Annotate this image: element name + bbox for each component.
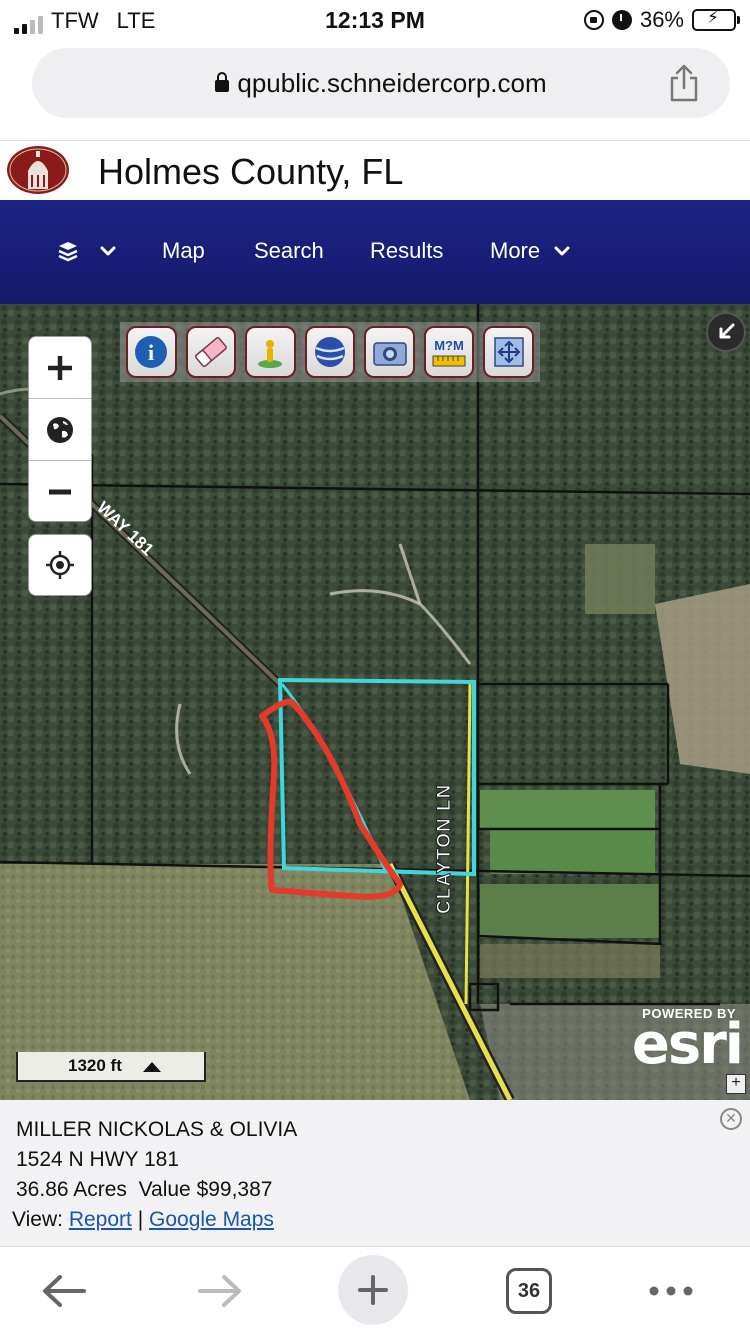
map-view[interactable]: WAY 181 CLAYTON LN i M?M 1320 ft POWERED…	[0, 304, 750, 1100]
plus-icon	[48, 355, 72, 380]
parcel-acres: 36.86 Acres	[16, 1178, 127, 1201]
menu-button[interactable]	[646, 1265, 696, 1317]
main-nav: Map Search Results More	[0, 200, 750, 304]
zoom-out-button[interactable]	[29, 461, 91, 523]
address-bar[interactable]: qpublic.schneidercorp.com	[32, 48, 730, 118]
view-links: View: Report | Google Maps	[12, 1208, 274, 1232]
browser-toolbar: 36	[0, 1246, 750, 1334]
status-bar: TFW LTE 12:13 PM 36% ⚡	[0, 0, 750, 40]
parcel-value: Value $99,387	[138, 1178, 273, 1201]
aerial-imagery[interactable]	[0, 304, 750, 1100]
url[interactable]: qpublic.schneidercorp.com	[32, 68, 730, 99]
back-button[interactable]	[36, 1265, 92, 1317]
measure-icon: M?M	[432, 338, 466, 367]
status-right: 36% ⚡	[583, 7, 740, 33]
more-dots-icon	[649, 1286, 693, 1296]
collapse-button[interactable]	[706, 312, 746, 352]
print-tool[interactable]	[364, 326, 415, 378]
nav-results[interactable]: Results	[370, 238, 443, 264]
esri-logo[interactable]: esri	[632, 1012, 744, 1077]
layers-icon[interactable]	[56, 238, 122, 268]
site-header: Holmes County, FL	[0, 140, 750, 200]
arrow-left-icon	[43, 1275, 86, 1307]
zoom-control	[28, 336, 92, 522]
parcel-acres-value: 36.86 Acres Value $99,387	[16, 1178, 272, 1202]
streetview-tool[interactable]	[245, 326, 296, 378]
tabs-button[interactable]: 36	[506, 1265, 552, 1317]
svg-text:i: i	[148, 340, 154, 365]
measure-tool[interactable]: M?M	[423, 326, 475, 378]
link-separator: |	[137, 1208, 144, 1231]
nav-more[interactable]: More	[490, 238, 570, 264]
pin-icon	[258, 340, 283, 368]
globe-icon	[47, 416, 73, 443]
map-toolbar: i M?M	[120, 322, 540, 382]
rotation-lock-icon	[583, 10, 604, 30]
arrow-collapse-icon	[719, 323, 735, 339]
basemap-tool[interactable]	[304, 326, 356, 378]
new-tab-circle	[338, 1255, 408, 1325]
parcel-info-panel: ✕ MILLER NICKOLAS & OLIVIA 1524 N HWY 18…	[0, 1100, 750, 1246]
courthouse-logo[interactable]	[6, 145, 70, 195]
battery-percent: 36%	[639, 7, 684, 32]
expand-icon[interactable]: +	[726, 1074, 746, 1094]
alarm-icon	[611, 10, 632, 30]
arrow-right-icon	[198, 1275, 241, 1307]
chevron-down-icon	[554, 246, 570, 256]
clear-tool[interactable]	[185, 326, 237, 378]
camera-icon	[372, 342, 407, 366]
battery-icon: ⚡	[692, 8, 740, 31]
home-extent-button[interactable]	[29, 399, 91, 461]
report-link[interactable]: Report	[69, 1208, 132, 1231]
identify-tool[interactable]: i	[126, 326, 177, 378]
zoom-in-button[interactable]	[29, 337, 91, 399]
forward-button[interactable]	[192, 1265, 248, 1317]
nav-search[interactable]: Search	[254, 238, 324, 264]
close-icon[interactable]: ✕	[720, 1108, 742, 1130]
new-tab-button[interactable]	[338, 1255, 408, 1325]
eraser-icon	[194, 337, 227, 367]
google-maps-link[interactable]: Google Maps	[149, 1208, 274, 1231]
owner-name: MILLER NICKOLAS & OLIVIA	[16, 1118, 298, 1141]
street-label: CLAYTON LN	[434, 783, 456, 914]
site-title: Holmes County, FL	[98, 151, 404, 192]
extent-tool[interactable]	[483, 326, 535, 378]
fullscreen-icon	[494, 337, 524, 367]
view-label: View:	[12, 1208, 63, 1231]
svg-text:M?M: M?M	[434, 338, 464, 353]
tab-count: 36	[506, 1268, 552, 1314]
scale-arrow-icon	[143, 1062, 161, 1072]
share-icon[interactable]	[668, 64, 700, 102]
crosshair-icon	[46, 551, 74, 579]
scale-bar: 1320 ft	[16, 1052, 206, 1082]
plus-icon	[358, 1275, 388, 1305]
nav-map[interactable]: Map	[162, 238, 205, 264]
nav-more-label: More	[490, 238, 541, 263]
url-text: qpublic.schneidercorp.com	[237, 68, 547, 98]
parcel-address: 1524 N HWY 181	[16, 1148, 180, 1171]
lock-icon	[215, 72, 230, 92]
scale-text: 1320 ft	[68, 1056, 122, 1075]
info-icon: i	[135, 336, 168, 368]
globe-icon	[315, 337, 346, 367]
locate-button[interactable]	[28, 534, 92, 596]
minus-icon	[49, 489, 71, 495]
